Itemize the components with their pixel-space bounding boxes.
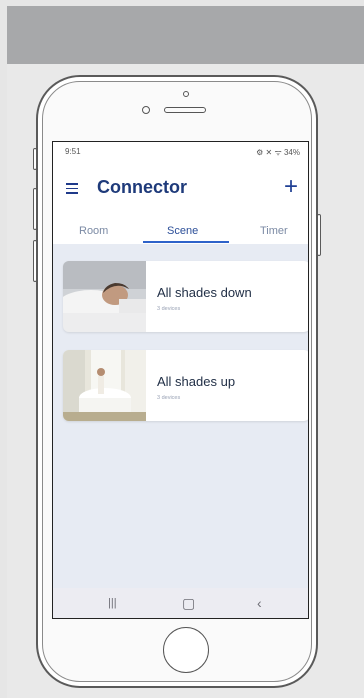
sleeping-person-thumbnail — [63, 261, 146, 332]
tab-room[interactable]: Room — [79, 225, 108, 237]
home-icon[interactable]: ▢ — [182, 595, 195, 612]
volume-up-button — [33, 188, 37, 230]
volume-down-button — [33, 240, 37, 282]
tab-scene[interactable]: Scene — [167, 225, 198, 237]
android-nav-bar: ||| ▢ ‹ — [53, 588, 308, 618]
top-gray-band — [7, 6, 364, 64]
scene-card-shades-up[interactable]: All shades up 3 devices — [63, 350, 308, 421]
back-icon[interactable]: ‹ — [257, 595, 262, 611]
front-camera — [142, 106, 150, 114]
bathroom-thumbnail — [63, 350, 146, 421]
status-indicators: ⚙ ✕ ᯤ 34% — [256, 148, 300, 157]
scene-title: All shades down — [157, 285, 252, 300]
power-button — [317, 214, 321, 256]
hamburger-icon[interactable] — [66, 183, 78, 194]
scene-subtitle: 3 devices — [157, 306, 181, 312]
status-bar: 9:51 ⚙ ✕ ᯤ 34% — [53, 142, 308, 160]
app-title: Connector — [97, 177, 187, 197]
app-header: Connector + — [53, 172, 308, 208]
phone-screen: 9:51 ⚙ ✕ ᯤ 34% Connector + Room Scene Ti… — [52, 141, 309, 619]
scene-card-shades-down[interactable]: All shades down 3 devices — [63, 261, 308, 332]
sensor-dot — [183, 91, 189, 97]
scene-subtitle: 3 devices — [157, 395, 181, 401]
earpiece-speaker — [164, 107, 206, 113]
scene-title: All shades up — [157, 374, 236, 389]
status-time: 9:51 — [65, 147, 81, 156]
mute-switch — [33, 148, 37, 170]
tab-timer[interactable]: Timer — [260, 225, 288, 237]
recents-icon[interactable]: ||| — [108, 597, 117, 609]
home-button[interactable] — [163, 627, 209, 673]
active-tab-indicator — [143, 241, 229, 243]
scene-list: All shades down 3 devices All shades up … — [53, 244, 308, 588]
plus-icon[interactable]: + — [284, 172, 298, 202]
